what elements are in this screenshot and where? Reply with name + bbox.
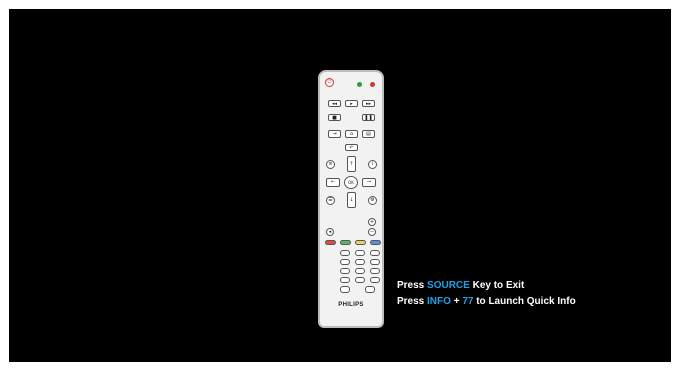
format-button-icon: ▤ [362, 130, 375, 138]
number-7-key-icon [340, 268, 350, 274]
remote-brand-logo: PHILIPS [338, 302, 364, 308]
extra-right-key-icon [365, 286, 375, 293]
number-4-key-icon [340, 259, 350, 265]
text-key-icon [370, 277, 380, 283]
stop-button-icon: ■ [328, 114, 341, 121]
left-arrow-icon: ← [326, 178, 340, 187]
info-button-icon: i [368, 160, 377, 169]
adjust-button-icon: ☰ [326, 196, 335, 205]
right-arrow-icon: → [362, 178, 376, 187]
info-key-label: INFO [427, 296, 451, 307]
number-9-key-icon [370, 268, 380, 274]
mute-icon: ◂ [326, 228, 334, 236]
rewind-button-icon: ◂◂ [328, 100, 341, 107]
source-key-label: SOURCE [427, 280, 470, 291]
exit-instruction-prefix: Press [397, 280, 428, 291]
up-arrow-icon: ↑ [347, 156, 356, 172]
back-button-icon: ↶ [345, 144, 358, 151]
volume-down-icon: − [368, 228, 376, 236]
number-1-key-icon [340, 250, 350, 256]
play-button-icon: ▸ [345, 100, 358, 107]
ok-button-icon: OK [344, 176, 358, 189]
number-8-key-icon [355, 268, 365, 274]
fast-forward-button-icon: ▸▸ [362, 100, 375, 107]
number-0-key-icon [355, 277, 365, 283]
options-button-icon: ⚙ [368, 196, 377, 205]
number-2-key-icon [355, 250, 365, 256]
quick-info-instruction: Press INFO + 77 to Launch Quick Info [397, 296, 576, 307]
red-key-icon [325, 240, 336, 245]
code-77-label: 77 [462, 296, 474, 307]
home-icon: ⌂ [345, 130, 358, 138]
green-key-icon [340, 240, 351, 245]
quick-info-prefix: Press [397, 296, 428, 307]
green-indicator-icon [357, 82, 362, 87]
down-arrow-icon: ↓ [347, 192, 356, 208]
red-indicator-icon [370, 82, 375, 87]
blue-key-icon [370, 240, 381, 245]
number-5-key-icon [355, 259, 365, 265]
extra-left-key-icon [340, 286, 350, 293]
volume-up-icon: + [368, 218, 376, 226]
yellow-key-icon [355, 240, 366, 245]
plus-sign: + [450, 296, 463, 307]
pause-button-icon: ❚❚ [362, 114, 375, 121]
quick-info-suffix: to Launch Quick Info [473, 296, 576, 307]
number-6-key-icon [370, 259, 380, 265]
subtitle-key-icon [340, 277, 350, 283]
exit-instruction: Press SOURCE Key to Exit [397, 280, 524, 291]
power-icon: ⏻ [325, 78, 334, 87]
remote-control-image: ⏻ ◂◂ ▸ ▸▸ ■ ❚❚ ⇥ ⌂ ▤ ↶ ≡ ↑ i ← OK → ☰ ↓ … [318, 70, 384, 328]
list-button-icon: ≡ [326, 160, 335, 169]
number-3-key-icon [370, 250, 380, 256]
source-button-icon: ⇥ [328, 130, 341, 138]
exit-instruction-suffix: Key to Exit [469, 280, 525, 291]
